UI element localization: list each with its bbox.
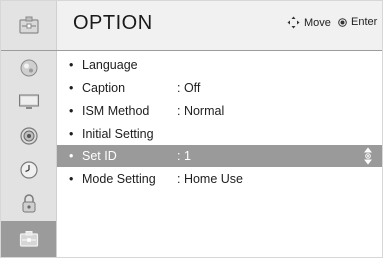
enter-hint-label: Enter — [351, 16, 378, 28]
bullet: • — [69, 149, 74, 163]
time-category-icon — [19, 161, 38, 179]
menu-header: OPTION Move Enter — [1, 1, 382, 51]
category-sidebar — [1, 51, 57, 257]
menu-item-value: : Normal — [177, 104, 225, 118]
sidebar-item-lock[interactable] — [1, 187, 56, 221]
page-title: OPTION — [73, 12, 153, 34]
option-icon — [1, 1, 57, 50]
menu-item-label: Caption — [82, 81, 126, 95]
bullet: • — [69, 58, 74, 72]
option-list: • Language • Caption : Off • ISM Method … — [57, 51, 382, 257]
menu-item-label: Set ID — [82, 149, 117, 163]
move-hint: Move — [287, 16, 331, 29]
menu-item-initial-setting[interactable]: • Initial Setting — [57, 123, 382, 145]
menu-item-ism-method[interactable]: • ISM Method : Normal — [57, 100, 382, 122]
bullet: • — [69, 104, 74, 118]
menu-item-set-id[interactable]: • Set ID : 1 — [57, 145, 382, 167]
menu-item-label: ISM Method — [82, 104, 150, 118]
enter-hint: Enter — [338, 16, 377, 28]
menu-item-label: Mode Setting — [82, 172, 156, 186]
bullet: • — [69, 127, 74, 141]
sidebar-item-option[interactable] — [1, 221, 56, 257]
sidebar-item-time[interactable] — [1, 153, 56, 187]
menu-item-label: Language — [82, 58, 138, 72]
menu-item-mode-setting[interactable]: • Mode Setting : Home Use — [57, 168, 382, 190]
menu-item-value: : Off — [177, 81, 201, 95]
lock-category-icon — [22, 194, 35, 213]
menu-item-label: Initial Setting — [82, 127, 154, 141]
move-hint-label: Move — [304, 16, 331, 29]
up-down-adjust-icon[interactable] — [363, 147, 373, 165]
menu-item-caption[interactable]: • Caption : Off — [57, 77, 382, 99]
menu-item-language[interactable]: • Language — [57, 54, 382, 76]
sidebar-item-screen[interactable] — [1, 85, 56, 119]
picture-category-icon — [20, 59, 37, 77]
option-menu-panel: OPTION Move Enter • Language • Caption:… — [0, 0, 383, 258]
bullet: • — [69, 172, 74, 186]
menu-item-value: : 1 — [177, 149, 191, 163]
enter-button-icon — [338, 17, 347, 27]
option-category-icon — [19, 231, 38, 247]
sidebar-item-picture[interactable] — [1, 51, 56, 85]
sidebar-item-audio[interactable] — [1, 119, 56, 153]
move-arrows-icon — [287, 16, 300, 29]
bullet: • — [69, 81, 74, 95]
screen-category-icon — [18, 94, 39, 109]
menu-item-value: : Home Use — [177, 172, 243, 186]
audio-category-icon — [19, 127, 38, 145]
